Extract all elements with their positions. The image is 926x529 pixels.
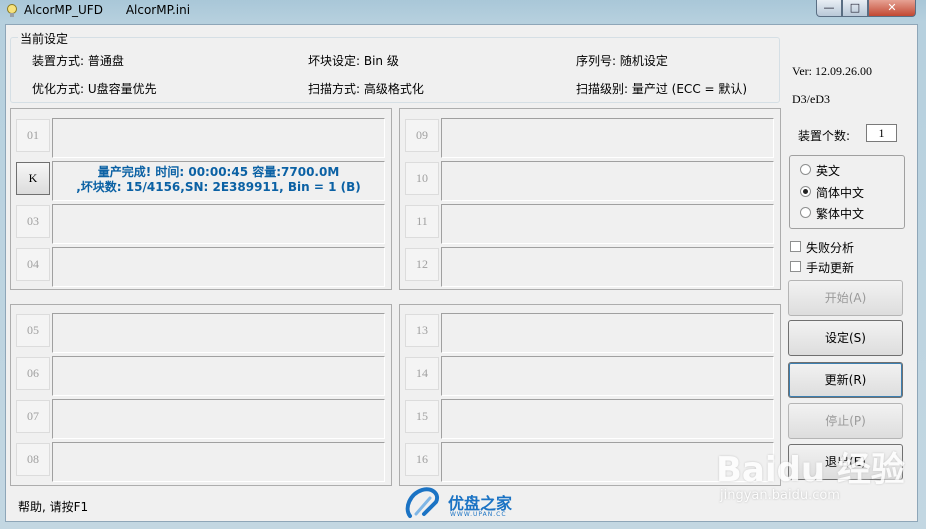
slot-status-box-05 [52,313,385,353]
slot-status-box-01 [52,118,385,158]
slot-button-04[interactable]: 04 [16,248,50,281]
slot-button-11[interactable]: 11 [405,205,439,238]
watermark-main: Baidu 经验 [716,450,905,490]
refresh-button[interactable]: 更新(R) [788,362,903,398]
version-label: Ver: 12.09.26.00 [792,64,872,78]
title-bar[interactable]: AlcorMP_UFD AlcorMP.ini — □ ✕ [0,0,926,22]
maximize-button[interactable]: □ [842,0,868,17]
slot-status-box-14 [441,356,774,396]
slot-button-07[interactable]: 07 [16,400,50,433]
slot-button-01[interactable]: 01 [16,119,50,152]
current-settings-title: 当前设定 [18,30,71,47]
slot-button-08[interactable]: 08 [16,443,50,476]
slot-button-02[interactable]: K [16,162,50,195]
fail-analysis-label: 失败分析 [806,241,855,255]
lightbulb-icon [7,4,17,17]
device-mode-label: 装置方式: 普通盘 [32,54,124,68]
manual-update-label: 手动更新 [806,261,855,275]
slot-button-03[interactable]: 03 [16,205,50,238]
slot-status-text-02: 量产完成! 时间: 00:00:45 容量:7700.0M ,坏块数: 15/4… [76,165,361,194]
slot-button-12[interactable]: 12 [405,248,439,281]
help-status-text: 帮助, 请按F1 [18,500,89,514]
serial-label: 序列号: 随机设定 [576,54,668,68]
slot-button-15[interactable]: 15 [405,400,439,433]
fail-analysis-checkbox[interactable] [790,241,801,252]
slot-status-box-06 [52,356,385,396]
logo-site: WWW.UPAN.CC [450,511,507,518]
device-count-field: 1 [866,124,897,142]
optimize-label: 优化方式: U盘容量优先 [32,82,157,96]
slot-status-box-10 [441,161,774,201]
close-button[interactable]: ✕ [868,0,916,17]
slot-button-05[interactable]: 05 [16,314,50,347]
slot-button-09[interactable]: 09 [405,119,439,152]
language-radio-simplified[interactable] [800,186,811,197]
minimize-button[interactable]: — [816,0,842,17]
slot-button-16[interactable]: 16 [405,443,439,476]
manual-update-checkbox[interactable] [790,261,801,272]
scan-mode-label: 扫描方式: 高级格式化 [308,82,424,96]
chip-code-label: D3/eD3 [792,92,830,106]
upan-logo: 优盘之家 WWW.UPAN.CC [402,484,532,524]
slot-button-06[interactable]: 06 [16,357,50,390]
slot-button-14[interactable]: 14 [405,357,439,390]
language-label-english: 英文 [816,164,841,178]
baidu-watermark: Baidu 经验 jingyan.baidu.com [716,430,916,525]
slot-status-box-12 [441,247,774,287]
slot-status-box-07 [52,399,385,439]
application-window: AlcorMP_UFD AlcorMP.ini — □ ✕ 当前设定 装置方式:… [0,0,926,529]
bad-block-label: 坏块设定: Bin 级 [308,54,399,68]
slot-status-box-09 [441,118,774,158]
slot-button-10[interactable]: 10 [405,162,439,195]
slot-status-box-08 [52,442,385,482]
watermark-sub: jingyan.baidu.com [720,488,840,503]
slot-button-13[interactable]: 13 [405,314,439,347]
language-label-traditional: 繁体中文 [816,207,865,221]
language-label-simplified: 简体中文 [816,186,865,200]
device-count-label: 装置个数: [798,129,851,143]
language-radio-traditional[interactable] [800,207,811,218]
settings-button[interactable]: 设定(S) [788,320,903,356]
scan-level-label: 扫描级别: 量产过 (ECC = 默认) [576,82,748,96]
slot-status-box-04 [52,247,385,287]
slot-status-box-03 [52,204,385,244]
slot-status-box-11 [441,204,774,244]
slot-status-box-13 [441,313,774,353]
language-radio-english[interactable] [800,164,811,175]
clip-logo-icon [405,487,439,518]
start-button[interactable]: 开始(A) [788,280,903,316]
window-title: AlcorMP_UFD AlcorMP.ini [24,3,191,17]
